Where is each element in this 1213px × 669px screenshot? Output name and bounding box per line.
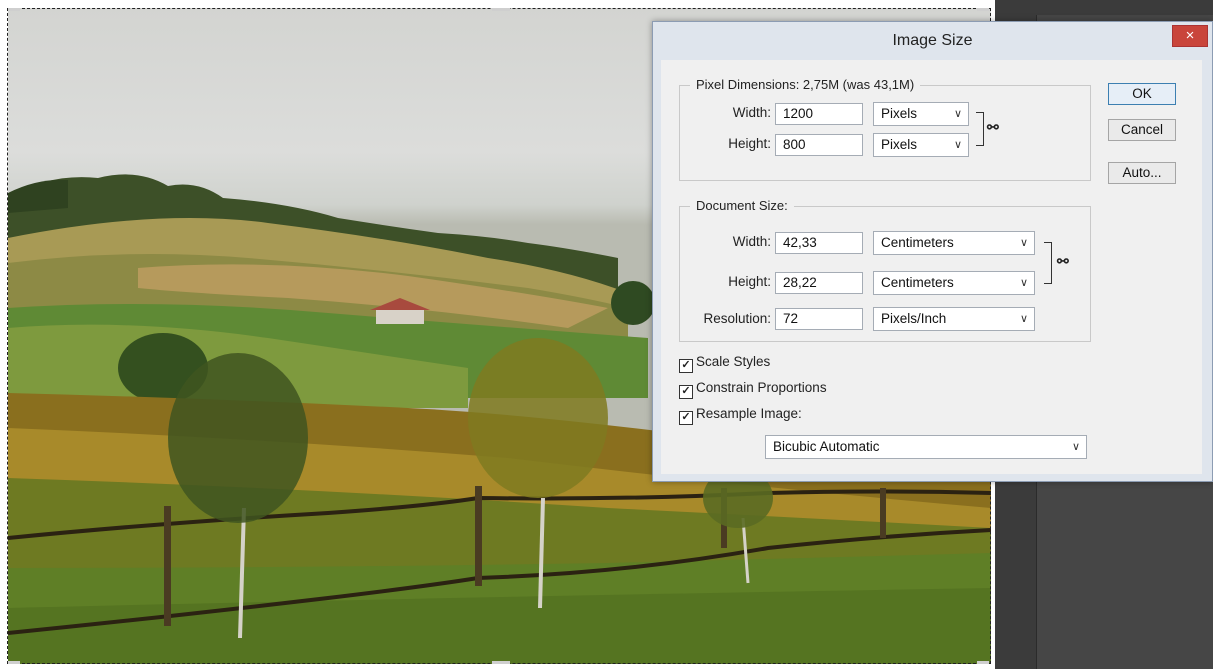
- constrain-proportions-label: Constrain Proportions: [696, 380, 827, 395]
- pixel-width-input[interactable]: 1200: [775, 103, 863, 125]
- transform-handle-top[interactable]: [492, 8, 510, 11]
- pixel-width-label: Width:: [732, 105, 771, 120]
- scale-styles-checkbox[interactable]: ✓ Scale Styles: [679, 354, 770, 373]
- document-size-legend: Document Size:: [690, 198, 794, 213]
- pixel-height-unit-select[interactable]: Pixels ∨: [873, 133, 969, 157]
- checkmark-icon: ✓: [679, 359, 693, 373]
- pixel-link-bracket: [976, 112, 984, 146]
- transform-handle-bottom-left[interactable]: [8, 661, 20, 664]
- chevron-down-icon: ∨: [1019, 277, 1028, 289]
- resample-method-select[interactable]: Bicubic Automatic ∨: [765, 435, 1087, 459]
- resolution-unit-select[interactable]: Pixels/Inch ∨: [873, 307, 1035, 331]
- doc-width-unit-value: Centimeters: [881, 235, 954, 250]
- resolution-unit-value: Pixels/Inch: [881, 311, 947, 326]
- pixel-height-unit-value: Pixels: [881, 137, 918, 152]
- transform-handle-bottom-right[interactable]: [977, 661, 989, 664]
- transform-handle-top-right[interactable]: [977, 8, 989, 11]
- chain-link-icon[interactable]: ⚯: [1057, 253, 1069, 270]
- checkmark-icon: ✓: [679, 385, 693, 399]
- resolution-input[interactable]: 72: [775, 308, 863, 330]
- chevron-down-icon: ∨: [1019, 313, 1028, 325]
- doc-height-unit-select[interactable]: Centimeters ∨: [873, 271, 1035, 295]
- resolution-label: Resolution:: [703, 311, 771, 326]
- constrain-proportions-checkbox[interactable]: ✓ Constrain Proportions: [679, 380, 827, 399]
- doc-height-label: Height:: [728, 274, 771, 289]
- pixel-dimensions-legend: Pixel Dimensions: 2,75M (was 43,1M): [690, 77, 921, 92]
- pixel-height-input[interactable]: 800: [775, 134, 863, 156]
- resample-method-value: Bicubic Automatic: [773, 439, 880, 454]
- close-button[interactable]: ×: [1172, 25, 1208, 47]
- chevron-down-icon: ∨: [1071, 441, 1080, 453]
- chevron-down-icon: ∨: [953, 108, 962, 120]
- dialog-title: Image Size: [892, 32, 973, 49]
- pixel-height-label: Height:: [728, 136, 771, 151]
- transform-handle-top-left[interactable]: [8, 8, 20, 11]
- transform-handle-bottom[interactable]: [492, 661, 510, 664]
- checkmark-icon: ✓: [679, 411, 693, 425]
- chevron-down-icon: ∨: [953, 139, 962, 151]
- doc-width-label: Width:: [732, 234, 771, 249]
- doc-width-input[interactable]: 42,33: [775, 232, 863, 254]
- resample-image-checkbox[interactable]: ✓ Resample Image:: [679, 406, 802, 425]
- doc-height-unit-value: Centimeters: [881, 275, 954, 290]
- ok-button[interactable]: OK: [1108, 83, 1176, 105]
- pixel-width-unit-select[interactable]: Pixels ∨: [873, 102, 969, 126]
- doc-width-unit-select[interactable]: Centimeters ∨: [873, 231, 1035, 255]
- scale-styles-label: Scale Styles: [696, 354, 771, 369]
- cancel-button[interactable]: Cancel: [1108, 119, 1176, 141]
- auto-button[interactable]: Auto...: [1108, 162, 1176, 184]
- dialog-body: Pixel Dimensions: 2,75M (was 43,1M) Widt…: [661, 60, 1202, 474]
- resample-image-label: Resample Image:: [696, 406, 802, 421]
- doc-height-input[interactable]: 28,22: [775, 272, 863, 294]
- pixel-width-unit-value: Pixels: [881, 106, 918, 121]
- chevron-down-icon: ∨: [1019, 237, 1028, 249]
- chain-link-icon[interactable]: ⚯: [987, 119, 999, 136]
- doc-link-bracket: [1044, 242, 1052, 284]
- image-size-dialog: Image Size × Pixel Dimensions: 2,75M (wa…: [652, 21, 1213, 482]
